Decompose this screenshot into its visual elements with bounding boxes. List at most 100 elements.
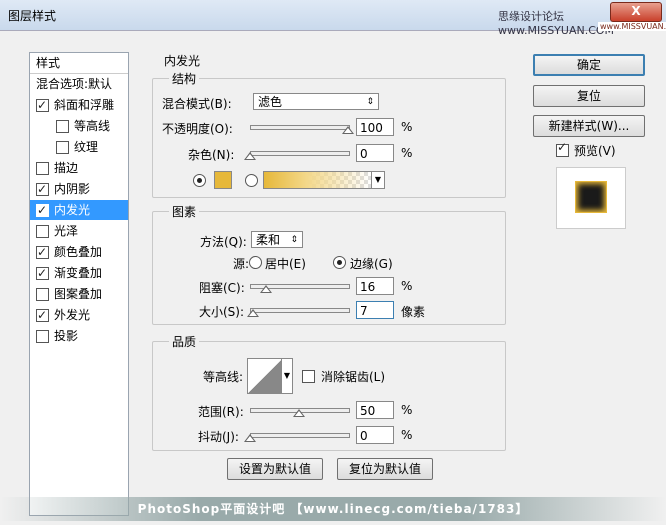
reset-button[interactable]: 复位	[533, 85, 645, 107]
styles-list: 样式 混合选项:默认斜面和浮雕等高线纹理描边内阴影内发光光泽颜色叠加渐变叠加图案…	[29, 52, 129, 516]
style-preview-swatch	[575, 181, 607, 213]
close-watermark: www.MISSVUAN.COM	[598, 22, 666, 31]
choke-slider-thumb[interactable]	[259, 285, 272, 293]
choke-input[interactable]: 16	[356, 277, 394, 295]
style-list-label: 图案叠加	[54, 287, 103, 301]
style-list-item[interactable]: 混合选项:默认	[30, 74, 128, 94]
style-list-item[interactable]: 内发光	[30, 200, 128, 220]
opacity-slider-thumb[interactable]	[342, 126, 354, 134]
style-list-checkbox[interactable]	[36, 225, 49, 238]
style-list-item[interactable]: 外发光	[30, 305, 128, 325]
style-list-checkbox[interactable]	[56, 120, 69, 133]
style-list-item[interactable]: 光泽	[30, 221, 128, 241]
style-list-checkbox[interactable]	[36, 179, 49, 199]
glow-gradient-preview[interactable]	[263, 171, 372, 189]
jitter-input[interactable]: 0	[356, 426, 394, 444]
size-slider-thumb[interactable]	[246, 309, 259, 317]
styles-header-label: 样式	[36, 56, 61, 70]
jitter-percent: %	[401, 428, 413, 442]
style-list-item[interactable]: 等高线	[30, 116, 128, 136]
contour-dropdown-button[interactable]: ▼	[281, 358, 293, 394]
style-list-label: 内发光	[54, 203, 91, 217]
range-slider-thumb[interactable]	[293, 409, 305, 417]
style-list-checkbox[interactable]	[36, 95, 49, 115]
style-list-label: 混合选项:默认	[36, 77, 113, 91]
style-list-checkbox[interactable]	[36, 288, 49, 301]
opacity-label: 不透明度(O):	[162, 122, 233, 136]
jitter-slider-thumb[interactable]	[244, 434, 256, 442]
ok-button[interactable]: 确定	[533, 54, 645, 76]
technique-label: 方法(Q):	[200, 235, 247, 249]
size-label: 大小(S):	[199, 305, 245, 319]
solid-color-radio[interactable]	[193, 174, 206, 187]
structure-title: 结构	[169, 70, 200, 87]
layer-style-dialog: 图层样式 思缘设计论坛 www.MISSYUAN.COM X www.MISSV…	[0, 0, 666, 525]
contour-label: 等高线:	[203, 370, 244, 384]
style-list-label: 光泽	[54, 224, 79, 238]
style-list-label: 纹理	[74, 140, 99, 154]
gradient-dropdown-button[interactable]: ▼	[371, 171, 385, 189]
style-list-item[interactable]: 投影	[30, 326, 128, 346]
style-list-label: 斜面和浮雕	[54, 98, 115, 112]
noise-label: 杂色(N):	[188, 148, 235, 162]
styles-header[interactable]: 样式	[30, 53, 128, 74]
size-input[interactable]: 7	[356, 301, 394, 319]
noise-input[interactable]: 0	[356, 144, 394, 162]
jitter-slider[interactable]	[250, 433, 350, 438]
opacity-input[interactable]: 100	[356, 118, 394, 136]
noise-slider-thumb[interactable]	[244, 152, 256, 160]
style-list-item[interactable]: 斜面和浮雕	[30, 95, 128, 115]
size-unit: 像素	[401, 305, 426, 319]
select-arrows-icon: ⇕	[290, 235, 298, 245]
style-list-label: 渐变叠加	[54, 266, 103, 280]
style-list-checkbox[interactable]	[36, 263, 49, 283]
style-list-item[interactable]: 纹理	[30, 137, 128, 157]
style-list-label: 等高线	[74, 119, 111, 133]
close-button[interactable]: X	[610, 2, 662, 22]
blend-mode-value: 滤色	[258, 95, 283, 109]
source-edge-radio[interactable]	[333, 256, 346, 269]
style-list-item[interactable]: 描边	[30, 158, 128, 178]
new-style-button[interactable]: 新建样式(W)...	[533, 115, 645, 137]
style-list-label: 描边	[54, 161, 79, 175]
style-list-checkbox[interactable]	[36, 242, 49, 262]
jitter-label: 抖动(J):	[198, 430, 239, 444]
source-center-radio[interactable]	[249, 256, 262, 269]
style-list-label: 颜色叠加	[54, 245, 103, 259]
blend-mode-select[interactable]: 滤色 ⇕	[253, 93, 379, 110]
style-list-checkbox[interactable]	[36, 200, 49, 220]
range-percent: %	[401, 403, 413, 417]
style-list-checkbox[interactable]	[36, 330, 49, 343]
style-list-label: 外发光	[54, 308, 91, 322]
title-bar: 图层样式 思缘设计论坛 www.MISSYUAN.COM X www.MISSV…	[0, 0, 666, 37]
style-list-label: 投影	[54, 329, 79, 343]
style-list-item[interactable]: 图案叠加	[30, 284, 128, 304]
preview-checkbox[interactable]	[556, 140, 569, 157]
glow-color-swatch[interactable]	[214, 171, 232, 189]
antialias-checkbox[interactable]	[302, 370, 315, 383]
style-list-label: 内阴影	[54, 182, 91, 196]
watermark-text: PhotoShop平面设计吧 【www.linecg.com/tieba/178…	[137, 502, 529, 516]
noise-slider[interactable]	[250, 151, 350, 156]
style-list-checkbox[interactable]	[36, 305, 49, 325]
gradient-radio[interactable]	[245, 174, 258, 187]
blend-mode-label: 混合模式(B):	[162, 97, 232, 111]
style-list-item[interactable]: 颜色叠加	[30, 242, 128, 262]
style-list-checkbox[interactable]	[56, 141, 69, 154]
range-label: 范围(R):	[198, 405, 244, 419]
make-default-button[interactable]: 设置为默认值	[227, 458, 323, 480]
elements-title: 图素	[169, 203, 200, 220]
contour-picker[interactable]	[247, 358, 283, 394]
reset-to-default-button[interactable]: 复位为默认值	[337, 458, 433, 480]
range-input[interactable]: 50	[356, 401, 394, 419]
style-list-checkbox[interactable]	[36, 162, 49, 175]
preview-label: 预览(V)	[574, 144, 616, 158]
size-slider[interactable]	[250, 308, 350, 313]
style-list-item[interactable]: 内阴影	[30, 179, 128, 199]
antialias-label: 消除锯齿(L)	[321, 370, 386, 384]
chevron-down-icon: ▼	[374, 175, 382, 184]
opacity-slider[interactable]	[250, 125, 350, 130]
technique-select[interactable]: 柔和 ⇕	[251, 231, 303, 248]
source-edge-label: 边缘(G)	[350, 257, 393, 271]
style-list-item[interactable]: 渐变叠加	[30, 263, 128, 283]
